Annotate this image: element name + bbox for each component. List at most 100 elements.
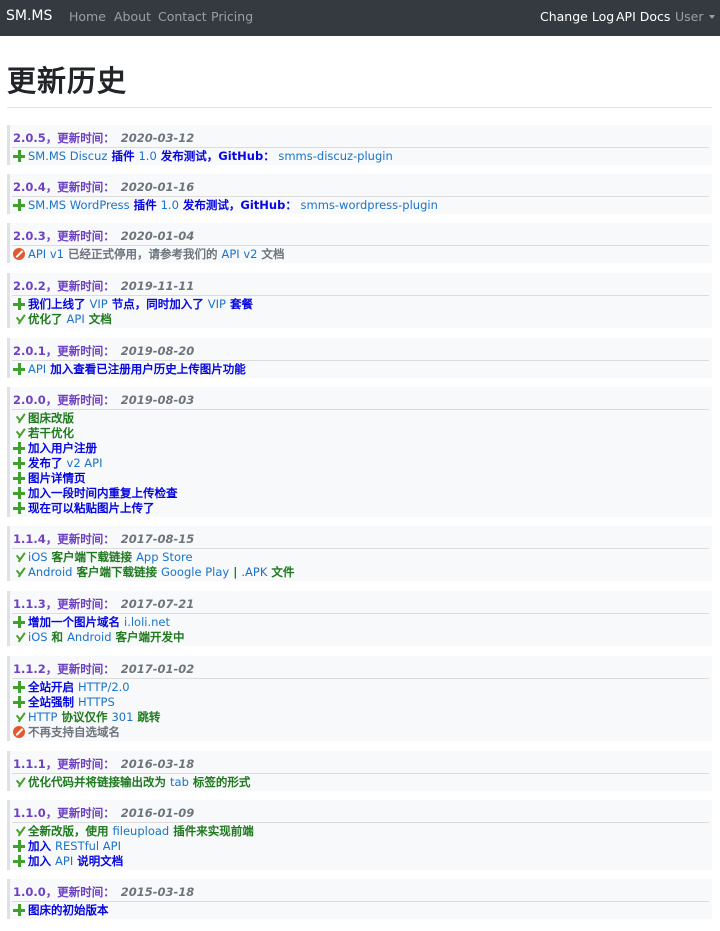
item-text: 客户端下载链接 (72, 565, 161, 579)
nav-link-pricing[interactable]: Pricing (211, 9, 253, 24)
item-text: 文档 (257, 247, 285, 261)
release-header: 1.1.1，更新时间： 2016-03-18 (13, 756, 194, 772)
check-icon (13, 427, 25, 439)
changelog-item: 优化了 API 文档 (13, 312, 112, 327)
release-version: 1.1.1 (13, 757, 46, 771)
changelog-item: 图片详情页 (13, 471, 86, 486)
item-term: HTTP (28, 710, 58, 724)
release-date: 2016-03-18 (120, 757, 195, 771)
item-text: 插件 (107, 149, 139, 163)
item-text: 协议仅作 (57, 710, 112, 724)
check-icon (13, 825, 25, 837)
release-block: 2.0.3，更新时间： 2020-01-04 API v1 已经正式停用，请参考我们… (7, 223, 712, 263)
item-text: 加入 (28, 839, 56, 853)
user-dropdown-label: User (675, 9, 704, 24)
plus-icon (13, 150, 25, 162)
item-term: 1.0 (138, 149, 157, 163)
top-navbar: SM.MS Home About Contact Pricing Change … (0, 0, 720, 36)
plus-icon (13, 616, 25, 628)
nav-link-change-log[interactable]: Change Log (540, 9, 614, 24)
release-version: 1.1.0 (13, 806, 46, 820)
item-text: 我们上线了 (28, 297, 90, 311)
release-date: 2019-08-20 (120, 344, 195, 358)
release-divider (12, 901, 709, 902)
item-text: 加入查看已注册用户历史上传图片功能 (46, 362, 246, 376)
item-text: 现在可以粘贴图片上传了 (28, 501, 155, 515)
item-text: 加入 (28, 854, 56, 868)
changelog-item: 全站开启 HTTP/2.0 (13, 680, 130, 695)
release-divider (12, 147, 709, 148)
item-text: 图床改版 (28, 411, 74, 425)
release-block: 1.1.4，更新时间： 2017-08-15 iOS 客户端下载链接 App Sto… (7, 526, 712, 581)
check-icon (13, 566, 25, 578)
release-date: 2019-08-03 (120, 393, 195, 407)
nav-link-contact[interactable]: Contact (158, 9, 207, 24)
title-divider (7, 107, 712, 108)
item-term: API (66, 312, 85, 326)
release-divider (12, 773, 709, 774)
release-version: 2.0.2 (13, 279, 46, 293)
release-date: 2020-01-04 (120, 229, 195, 243)
changelog-item: 加入 API 说明文档 (13, 854, 123, 869)
item-term: Android (67, 630, 112, 644)
release-date: 2019-11-11 (120, 279, 195, 293)
item-text: 节点，同时加入了 (107, 297, 208, 311)
item-term: App Store (136, 550, 193, 564)
item-text: 优化代码并将链接输出改为 (28, 775, 171, 789)
item-term: HTTPS (78, 695, 115, 709)
nav-link-about[interactable]: About (114, 9, 151, 24)
plus-icon (13, 298, 25, 310)
release-time-label: ，更新时间： (45, 279, 115, 293)
item-term: API (55, 854, 74, 868)
nav-link-api-docs[interactable]: API Docs (616, 9, 670, 24)
item-term: API v1 (28, 247, 64, 261)
item-text: 标签的形式 (188, 775, 251, 789)
release-divider (12, 613, 709, 614)
release-time-label: ，更新时间： (45, 344, 115, 358)
release-divider (12, 409, 709, 410)
plus-icon (13, 363, 25, 375)
release-time-label: ，更新时间： (45, 597, 115, 611)
item-text: 套餐 (225, 297, 253, 311)
item-text: 全新改版，使用 (28, 824, 113, 838)
item-term: smms-wordpress-plugin (296, 198, 438, 212)
check-icon (13, 412, 25, 424)
item-text: 说明文档 (73, 854, 124, 868)
item-text: 不再支持自选域名 (28, 725, 120, 739)
changelog-item: HTTP 协议仅作 301 跳转 (13, 710, 160, 725)
release-version: 2.0.3 (13, 229, 46, 243)
release-date: 2020-03-12 (120, 131, 195, 145)
release-divider (12, 678, 709, 679)
brand-logo[interactable]: SM.MS (6, 8, 52, 24)
stop-icon (13, 726, 25, 738)
release-header: 1.1.2，更新时间： 2017-01-02 (13, 661, 194, 677)
item-text: 发布测试，GitHub： (156, 149, 275, 163)
release-header: 1.1.4，更新时间： 2017-08-15 (13, 531, 194, 547)
item-text: 优化了 (28, 312, 67, 326)
changelog-item: API v1 已经正式停用，请参考我们的 API v2 文档 (13, 247, 285, 262)
item-text: | (229, 565, 242, 579)
release-header: 2.0.4，更新时间： 2020-01-16 (13, 179, 194, 195)
release-block: 2.0.2，更新时间： 2019-11-11 我们上线了 VIP 节点，同时加入了 … (7, 273, 712, 328)
item-term: smms-discuz-plugin (274, 149, 393, 163)
release-date: 2017-01-02 (120, 662, 195, 676)
user-dropdown[interactable]: User (675, 9, 715, 24)
release-header: 2.0.5，更新时间： 2020-03-12 (13, 130, 194, 146)
nav-link-home[interactable]: Home (69, 9, 106, 24)
release-time-label: ，更新时间： (45, 662, 115, 676)
item-text: 插件来实现前端 (169, 824, 254, 838)
item-text: 图床的初始版本 (28, 903, 109, 917)
plus-icon (13, 855, 25, 867)
check-icon (13, 551, 25, 563)
item-text: 加入一段时间内重复上传检查 (28, 486, 178, 500)
check-icon (13, 776, 25, 788)
item-text: 全站强制 (28, 695, 79, 709)
item-text: 和 (47, 630, 68, 644)
release-date: 2017-07-21 (120, 597, 195, 611)
item-term: SM.MS WordPress (28, 198, 130, 212)
release-time-label: ，更新时间： (45, 229, 115, 243)
changelog-item: 全新改版，使用 fileupload 插件来实现前端 (13, 824, 254, 839)
item-term: Google Play (160, 565, 230, 579)
plus-icon (13, 472, 25, 484)
release-header: 1.0.0，更新时间： 2015-03-18 (13, 884, 194, 900)
